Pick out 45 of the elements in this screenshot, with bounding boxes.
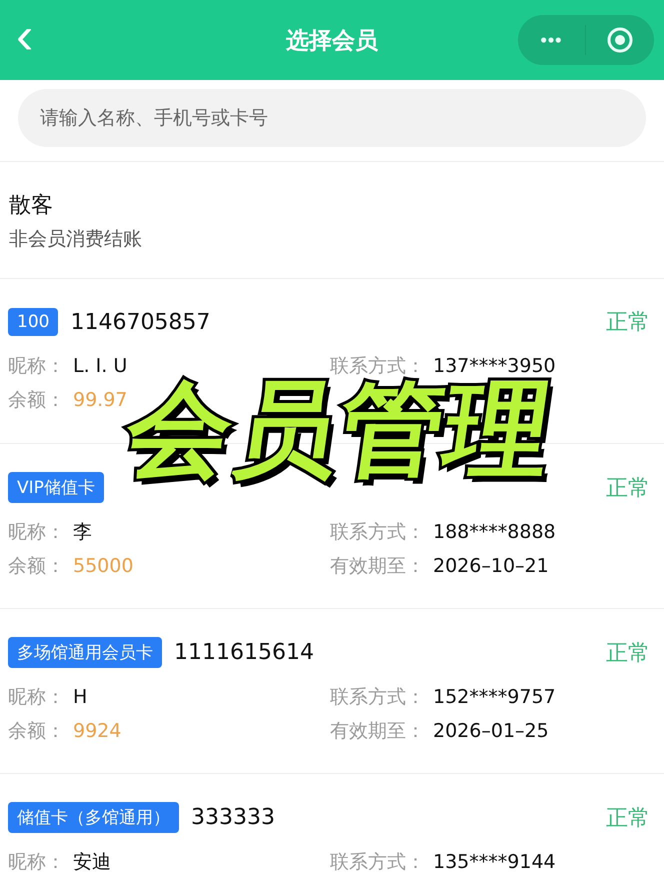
card-type-tag: 多场馆通用会员卡 [8,637,162,668]
phone-label: 联系方式： [330,685,425,710]
phone-value: 135****9144 [433,851,556,873]
nickname-label: 昵称： [8,850,65,875]
status-label: 正常 [606,804,650,832]
phone-value: 137****3950 [433,355,556,377]
phone-value: 152****9757 [433,686,556,708]
balance-value: 99.97 [73,389,128,411]
nickname-value: H [73,686,88,708]
walk-in-subtitle: 非会员消费结账 [9,227,143,252]
card-type-tag: 储值卡（多馆通用） [8,802,179,833]
card-number: 333333 [191,805,275,830]
phone-value: 188****8888 [433,521,556,543]
nickname-value: L. I. U [73,355,128,377]
card-type-tag: VIP储值卡 [8,472,104,503]
phone-label: 联系方式： [330,354,425,379]
card-number: 1111615614 [174,640,314,665]
card-type-tag: 100 [8,308,58,336]
search-field[interactable]: 请输入名称、手机号或卡号 [18,89,646,147]
phone-label: 联系方式： [330,850,425,875]
balance-value: 9924 [73,720,122,742]
balance-label: 余额： [8,388,65,413]
balance-label: 余额： [8,719,65,744]
card-number: 1146705857 [70,310,210,334]
expiry-label: 有效期至： [330,554,425,579]
nickname-value: 安迪 [73,850,111,875]
phone-label: 联系方式： [330,520,425,545]
status-label: 正常 [606,309,650,337]
nickname-label: 昵称： [8,354,65,379]
expiry-value: 2026–01–25 [433,720,549,742]
nickname-label: 昵称： [8,685,65,710]
status-label: 正常 [606,640,650,668]
status-label: 正常 [606,474,650,502]
member-item[interactable]: 多场馆通用会员卡 1111615614 正常 昵称： H 联系方式： 152****9757 余额： 9924 有效期至： 2026–01–25 [0,609,664,774]
page-title: 选择会员 [286,26,378,56]
walk-in-title: 散客 [9,192,54,220]
balance-value: 55000 [73,555,134,577]
nickname-value: 李 [73,520,92,545]
nickname-label: 昵称： [8,520,65,545]
expiry-value: 2026–10–21 [433,555,549,577]
close-icon[interactable] [606,26,634,54]
member-item[interactable]: 储值卡（多馆通用） 333333 正常 昵称： 安迪 联系方式： 135****9144 [0,774,664,876]
expiry-label: 有效期至： [330,719,425,744]
balance-label: 余额： [8,554,65,579]
walk-in-item[interactable]: 散客 非会员消费结账 [0,162,664,279]
